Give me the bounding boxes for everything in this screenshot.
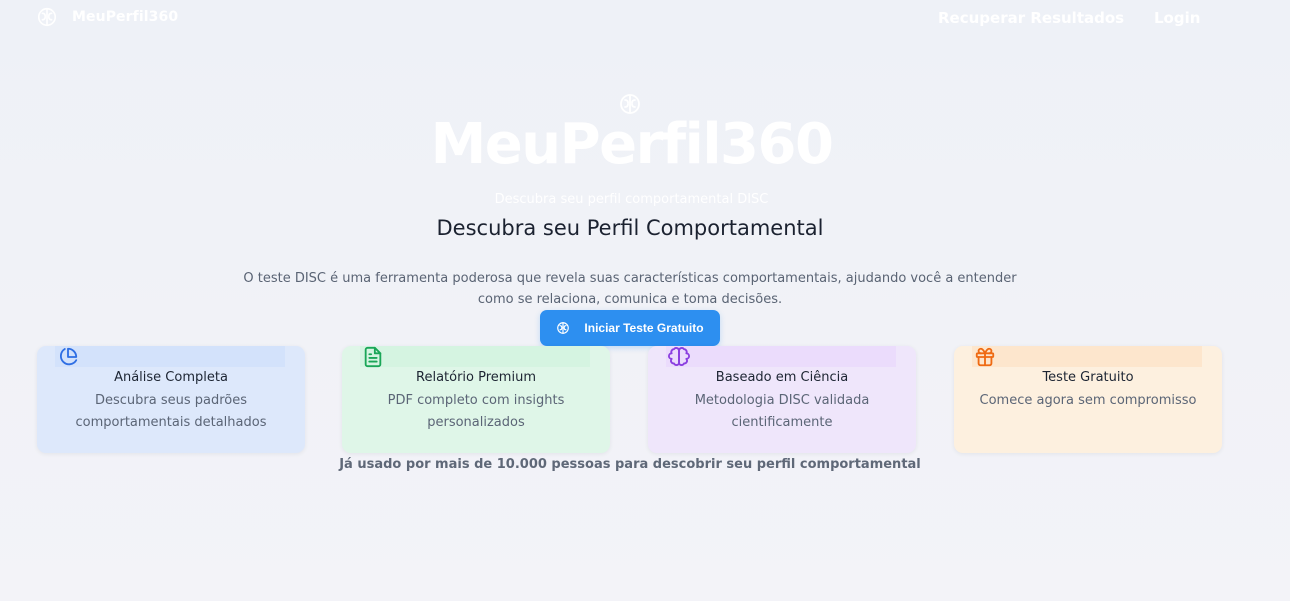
feature-title: Teste Gratuito [1042, 370, 1134, 385]
feature-title: Análise Completa [114, 370, 228, 385]
brand-link[interactable]: MeuPerfil360 [36, 6, 178, 28]
recover-results-link[interactable]: Recuperar Resultados [938, 9, 1124, 27]
feature-card-free: Teste Gratuito Comece agora sem compromi… [954, 346, 1222, 453]
feature-text: Descubra seus padrões comportamentais de… [75, 393, 267, 430]
feature-text: Metodologia DISC validada cientificament… [694, 393, 870, 430]
social-proof-note: Já usado por mais de 10.000 pessoas para… [339, 457, 921, 472]
start-free-test-label: Iniciar Teste Gratuito [584, 321, 704, 335]
brain-icon [668, 347, 690, 366]
brand-name: MeuPerfil360 [72, 9, 179, 25]
page-description: O teste DISC é uma ferramenta poderosa q… [243, 271, 1017, 307]
page-heading: Descubra seu Perfil Comportamental [436, 216, 824, 240]
feature-card-report: Relatório Premium PDF completo com insig… [342, 346, 610, 453]
brain-icon [557, 322, 570, 334]
start-free-test-button[interactable]: Iniciar Teste Gratuito [540, 310, 720, 346]
login-link[interactable]: Login [1154, 9, 1200, 27]
hero-subtitle: Descubra seu perfil comportamental DISC [494, 192, 769, 207]
card-header-band [972, 346, 1202, 367]
top-navbar: MeuPerfil360 Recuperar Resultados Login [0, 0, 1290, 36]
brain-icon [37, 7, 57, 27]
hero-title: MeuPerfil360 [430, 112, 834, 177]
feature-text: Comece agora sem compromisso [979, 393, 1197, 408]
file-text-icon [364, 346, 382, 368]
card-header-band [55, 346, 285, 367]
feature-text: PDF completo com insights personalizados [387, 393, 565, 430]
feature-card-science: Baseado em Ciência Metodologia DISC vali… [648, 346, 916, 453]
pie-chart-icon [60, 347, 78, 366]
card-header-band [666, 346, 896, 367]
feature-title: Relatório Premium [416, 370, 536, 385]
card-header-band [360, 346, 590, 367]
feature-card-analysis: Análise Completa Descubra seus padrões c… [37, 346, 305, 453]
gift-icon [975, 347, 995, 367]
feature-title: Baseado em Ciência [715, 370, 849, 385]
